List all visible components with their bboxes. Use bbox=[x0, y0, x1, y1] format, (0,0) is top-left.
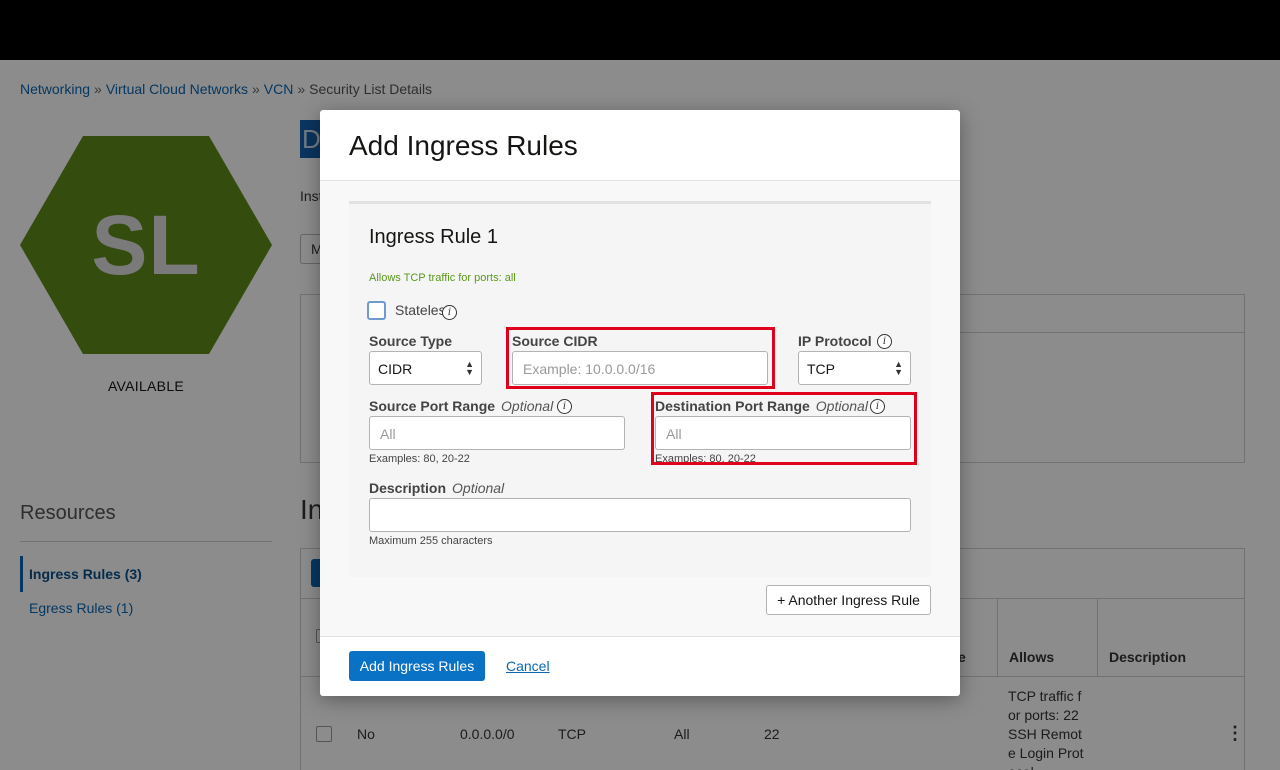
optional-tag: Optional bbox=[452, 480, 505, 496]
dialog-title: Add Ingress Rules bbox=[349, 130, 578, 161]
add-ingress-rules-dialog: Add Ingress Rules Ingress Rule 1 Allows … bbox=[320, 110, 960, 696]
select-arrows-icon: ▲ ▼ bbox=[894, 359, 903, 377]
select-arrows-icon: ▲ ▼ bbox=[465, 359, 474, 377]
source-type-select[interactable]: CIDR ▲ ▼ bbox=[369, 351, 482, 385]
dialog-footer-divider bbox=[320, 636, 960, 637]
description-help: Maximum 255 characters bbox=[369, 535, 493, 547]
description-input[interactable] bbox=[369, 498, 911, 532]
source-port-range-label-text: Source Port Range bbox=[369, 398, 496, 414]
source-type-value: CIDR bbox=[378, 361, 413, 377]
rule-summary: Allows TCP traffic for ports: all bbox=[369, 272, 516, 284]
ip-protocol-select[interactable]: TCP ▲ ▼ bbox=[798, 351, 911, 385]
ip-protocol-value: TCP bbox=[807, 361, 835, 377]
ip-protocol-info-icon[interactable]: i bbox=[877, 334, 892, 349]
source-port-range-input[interactable]: All bbox=[369, 416, 625, 450]
ip-protocol-label: IP Protocol bbox=[798, 333, 872, 349]
source-type-label: Source Type bbox=[369, 333, 452, 349]
another-ingress-rule-button[interactable]: + Another Ingress Rule bbox=[766, 585, 931, 615]
cancel-link[interactable]: Cancel bbox=[506, 658, 550, 674]
source-port-range-help: Examples: 80, 20-22 bbox=[369, 453, 470, 465]
top-navigation-bar bbox=[0, 0, 1280, 60]
destination-port-range-highlight bbox=[651, 392, 917, 465]
rule-title: Ingress Rule 1 bbox=[369, 226, 498, 248]
ingress-rule-card: Ingress Rule 1 Allows TCP traffic for po… bbox=[349, 201, 931, 577]
stateless-info-icon[interactable]: i bbox=[442, 305, 457, 320]
source-port-range-label: Source Port Range Optional bbox=[369, 398, 553, 414]
add-ingress-rules-button[interactable]: Add Ingress Rules bbox=[349, 651, 485, 681]
description-label-text: Description bbox=[369, 480, 447, 496]
stateless-checkbox[interactable] bbox=[367, 301, 386, 320]
optional-tag: Optional bbox=[501, 398, 554, 414]
description-label: Description Optional bbox=[369, 480, 504, 496]
source-cidr-highlight bbox=[506, 327, 775, 389]
source-port-info-icon[interactable]: i bbox=[557, 399, 572, 414]
